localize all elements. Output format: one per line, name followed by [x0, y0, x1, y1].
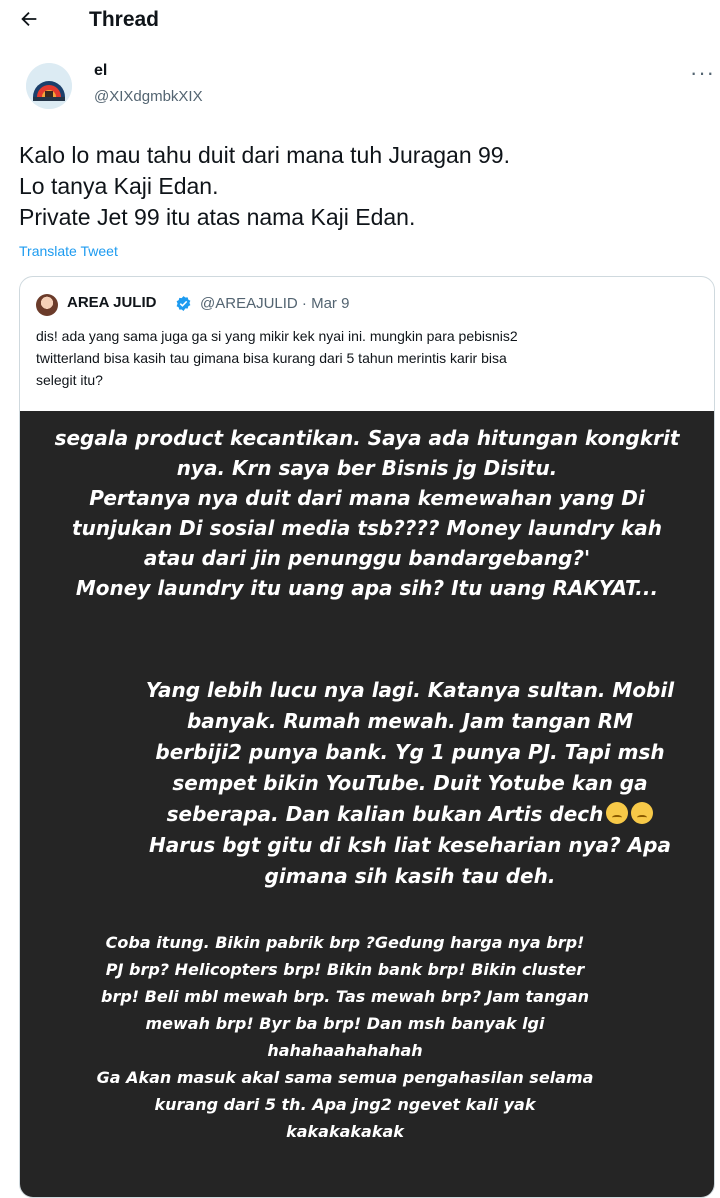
story-line: kurang dari 5 th. Apa jng2 ngevet kali y…	[154, 1095, 536, 1114]
story-line: mewah brp! Byr ba brp! Dan msh banyak lg…	[145, 1014, 545, 1033]
story-line: segala product kecantikan. Saya ada hitu…	[54, 426, 680, 450]
pensive-face-emoji-icon	[631, 802, 654, 824]
story-text-block: Yang lebih lucu nya lagi. Katanya sultan…	[115, 675, 705, 892]
story-line: Ga Akan masuk akal sama semua pengahasil…	[96, 1068, 594, 1087]
story-line: kakakakakak	[286, 1122, 404, 1141]
story-line: sempet bikin YouTube. Duit Yotube kan ga	[172, 771, 648, 795]
story-line: banyak. Rumah mewah. Jam tangan RM	[186, 709, 634, 733]
story-line: PJ brp? Helicopters brp! Bikin bank brp!…	[105, 960, 585, 979]
quoted-author-name[interactable]: AREA JULID	[67, 294, 156, 311]
quoted-line: dis! ada yang sama juga ga si yang mikir…	[36, 328, 518, 344]
quoted-handle-date[interactable]: @AREAJULID · Mar 9	[200, 295, 349, 312]
more-horizontal-icon: ···	[690, 60, 715, 85]
story-line: Money laundry itu uang apa sih? Itu uang…	[75, 576, 659, 600]
author-handle[interactable]: @XIXdgmbkXIX	[94, 88, 203, 105]
story-line: Yang lebih lucu nya lagi. Katanya sultan…	[145, 678, 675, 702]
author-name[interactable]: el	[94, 62, 107, 80]
story-line: nya. Krn saya ber Bisnis jg Disitu.	[176, 456, 558, 480]
story-line: Pertanya nya duit dari mana kemewahan ya…	[89, 486, 645, 510]
tweet-line: Private Jet 99 itu atas nama Kaji Edan.	[19, 204, 416, 230]
avatar-image	[26, 63, 72, 109]
avatar[interactable]	[26, 63, 72, 109]
tweet-line: Kalo lo mau tahu duit dari mana tuh Jura…	[19, 142, 510, 168]
back-button[interactable]	[18, 8, 46, 32]
story-line: seberapa. Dan kalian bukan Artis dech	[115, 799, 705, 830]
quoted-line: twitterland bisa kasih tau gimana bisa k…	[36, 350, 507, 366]
verified-badge-icon	[176, 296, 191, 311]
quoted-media-image[interactable]: segala product kecantikan. Saya ada hitu…	[20, 411, 714, 1197]
story-line: hahahaahahahah	[267, 1041, 423, 1060]
story-line: Coba itung. Bikin pabrik brp ?Gedung har…	[105, 933, 585, 952]
story-text-block: Coba itung. Bikin pabrik brp ?Gedung har…	[20, 929, 670, 1145]
tweet-line: Lo tanya Kaji Edan.	[19, 173, 219, 199]
story-line: tunjukan Di sosial media tsb???? Money l…	[72, 516, 662, 540]
quoted-line: selegit itu?	[36, 372, 103, 388]
story-line: gimana sih kasih tau deh.	[264, 864, 556, 888]
quoted-author-avatar[interactable]	[36, 294, 58, 316]
quoted-tweet[interactable]: AREA JULID @AREAJULID · Mar 9 dis! ada y…	[19, 276, 715, 1198]
translate-tweet-link[interactable]: Translate Tweet	[19, 243, 118, 259]
story-line: atau dari jin penunggu bandargebang?'	[143, 546, 591, 570]
tweet-text: Kalo lo mau tahu duit dari mana tuh Jura…	[19, 140, 510, 233]
story-line-text: seberapa. Dan kalian bukan Artis dech	[166, 802, 604, 826]
page-title: Thread	[89, 8, 160, 31]
pensive-face-emoji-icon	[606, 802, 629, 824]
story-line: brp! Beli mbl mewah brp. Tas mewah brp? …	[100, 987, 590, 1006]
arrow-left-icon	[21, 11, 37, 27]
more-options-button[interactable]: ···	[690, 60, 715, 86]
quoted-tweet-text: dis! ada yang sama juga ga si yang mikir…	[36, 325, 696, 391]
thread-header: Thread	[0, 0, 720, 42]
story-line: berbiji2 punya bank. Yg 1 punya PJ. Tapi…	[155, 740, 665, 764]
story-text-block: segala product kecantikan. Saya ada hitu…	[20, 423, 714, 603]
story-line: Harus bgt gitu di ksh liat keseharian ny…	[149, 833, 671, 857]
